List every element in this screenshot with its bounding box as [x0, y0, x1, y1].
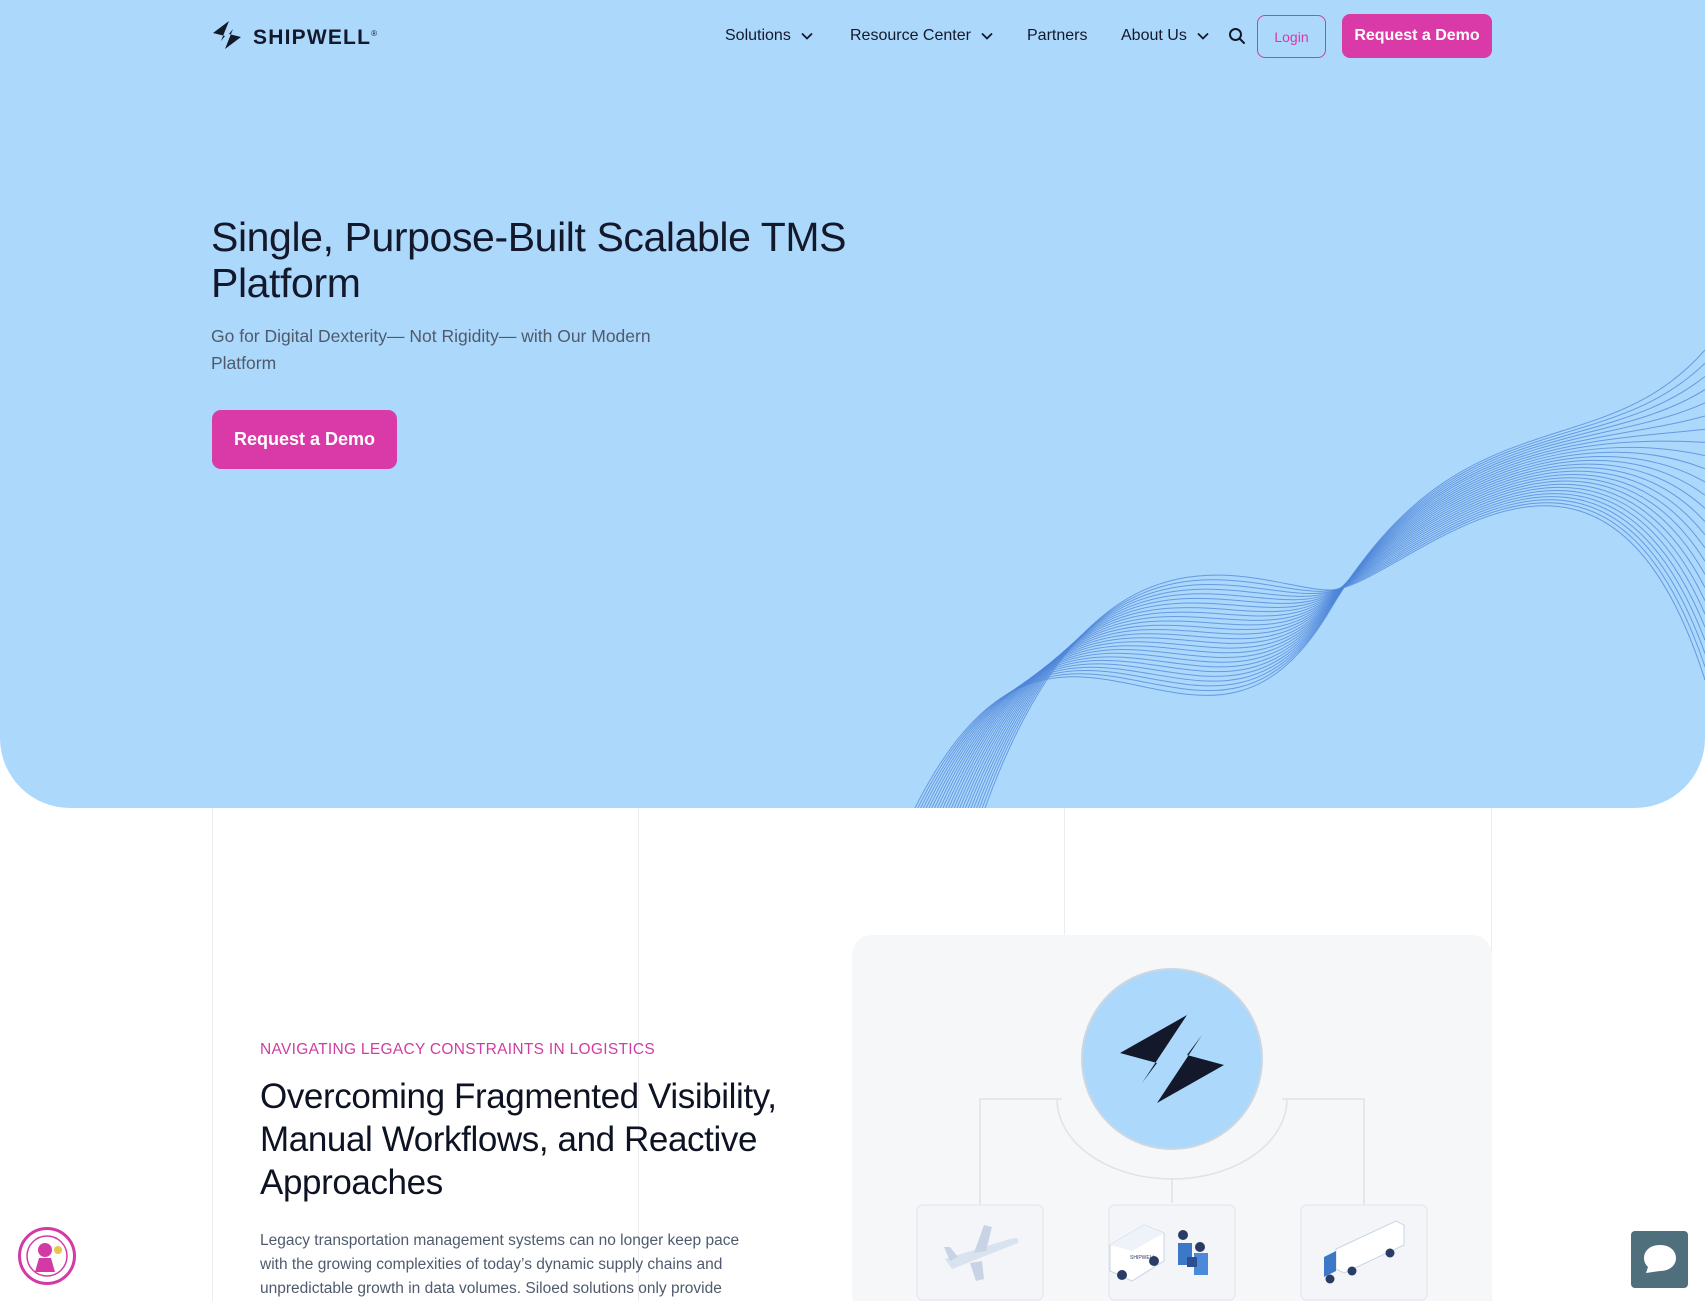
hero-title: Single, Purpose-Built Scalable TMS Platf… — [211, 214, 847, 306]
wave-line — [978, 499, 1705, 808]
wave-line — [976, 496, 1705, 808]
wave-line — [936, 446, 1705, 808]
wave-line — [950, 467, 1705, 808]
platform-diagram: SHIPWELL — [916, 968, 1428, 1301]
wave-line — [973, 493, 1705, 808]
wave-line — [970, 490, 1705, 808]
platform-illustration-card: SHIPWELL — [852, 935, 1492, 1301]
hero-section: SHIPWELL® Solutions Resource Center Part… — [0, 0, 1705, 808]
chevron-down-icon — [981, 32, 993, 40]
nav-about-us-label: About Us — [1121, 27, 1187, 44]
brand-name: SHIPWELL® — [253, 25, 379, 49]
nav-solutions-label: Solutions — [725, 27, 791, 44]
wave-line — [945, 459, 1705, 808]
shipwell-logo-icon — [211, 20, 243, 55]
decorative-wave-lines — [914, 349, 1705, 808]
request-demo-button-header[interactable]: Request a Demo — [1342, 14, 1492, 58]
chevron-down-icon — [1197, 32, 1209, 40]
grid-line — [212, 808, 213, 1301]
wave-line — [953, 470, 1705, 808]
nav-partners[interactable]: Partners — [1027, 27, 1087, 45]
svg-text:SHIPWELL: SHIPWELL — [1130, 1255, 1156, 1261]
request-demo-button-hero[interactable]: Request a Demo — [212, 410, 397, 469]
award-badge-icon[interactable] — [18, 1227, 76, 1285]
login-button[interactable]: Login — [1257, 15, 1326, 58]
wave-line — [939, 451, 1705, 808]
wave-line — [967, 487, 1705, 808]
nav-resource-center[interactable]: Resource Center — [850, 27, 993, 45]
nav-solutions[interactable]: Solutions — [725, 27, 813, 45]
wave-line — [956, 474, 1705, 808]
wave-line — [914, 349, 1705, 808]
wave-line — [920, 376, 1705, 808]
wave-line — [942, 456, 1705, 808]
section-title: Overcoming Fragmented Visibility, Manual… — [260, 1077, 777, 1202]
page: SHIPWELL® Solutions Resource Center Part… — [0, 0, 1705, 1301]
chevron-down-icon — [801, 32, 813, 40]
nav-partners-label: Partners — [1027, 27, 1088, 44]
hero-subtitle: Go for Digital Dexterity— Not Rigidity— … — [211, 326, 651, 373]
section-eyebrow: NAVIGATING LEGACY CONSTRAINTS IN LOGISTI… — [260, 1041, 655, 1058]
wave-line — [984, 505, 1705, 808]
nav-about-us[interactable]: About Us — [1121, 27, 1209, 45]
wave-line — [959, 477, 1705, 808]
site-header: SHIPWELL® Solutions Resource Center Part… — [0, 0, 1705, 72]
section-body: Legacy transportation management systems… — [260, 1232, 740, 1297]
search-icon[interactable] — [1228, 27, 1246, 45]
shipwell-logo[interactable]: SHIPWELL® — [211, 20, 378, 55]
wave-line — [922, 389, 1705, 808]
nav-resource-center-label: Resource Center — [850, 27, 971, 44]
chat-icon[interactable] — [1631, 1231, 1688, 1288]
